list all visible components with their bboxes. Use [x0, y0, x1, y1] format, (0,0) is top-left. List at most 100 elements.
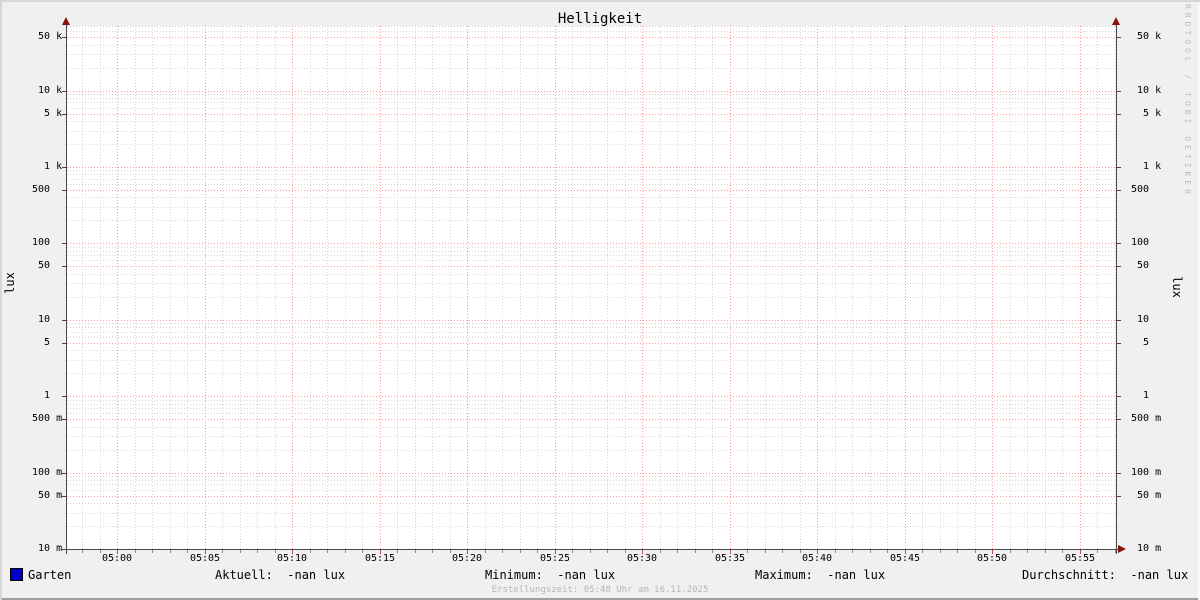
gridline-minor-v	[712, 26, 713, 549]
x-axis-minor-tick	[590, 550, 591, 553]
x-axis-minor-tick	[345, 550, 346, 553]
gridline-major-h	[67, 473, 1117, 474]
gridline-minor-h	[67, 283, 1117, 284]
x-axis-minor-tick	[362, 550, 363, 553]
y-tick-label-right: 5	[1131, 337, 1162, 348]
y-axis-arrow-left-icon	[62, 17, 70, 25]
y-tick-label-right: 1 k	[1131, 161, 1162, 172]
gridline-minor-v	[572, 26, 573, 549]
y-axis-line-right	[1116, 20, 1117, 554]
gridline-minor-v	[310, 26, 311, 549]
y-axis-arrow-right-icon	[1112, 17, 1120, 25]
y-tick-label-right: 500	[1131, 184, 1162, 195]
gridline-minor-v	[975, 26, 976, 549]
gridline-minor-h	[67, 255, 1117, 256]
gridline-minor-v	[747, 26, 748, 549]
y-axis-tick-right	[1117, 243, 1121, 244]
gridline-minor-h	[67, 323, 1117, 324]
gridline-major-v	[905, 26, 906, 549]
y-axis-line-left	[66, 20, 67, 554]
gridline-major-v	[1080, 26, 1081, 549]
x-tick-label: 05:00	[101, 553, 133, 564]
y-axis-tick-right	[1117, 496, 1121, 497]
y-tick-label-left: 10 m	[32, 543, 63, 554]
gridline-minor-v	[222, 26, 223, 549]
gridline-minor-v	[537, 26, 538, 549]
gridline-major-h	[67, 37, 1117, 38]
gridline-minor-v	[957, 26, 958, 549]
x-axis-minor-tick	[922, 550, 923, 553]
creation-timestamp: Erstellungszeit: 05:48 Uhr am 16.11.2025	[491, 585, 709, 595]
gridline-minor-v	[625, 26, 626, 549]
gridline-minor-v	[1027, 26, 1028, 549]
x-axis-minor-tick	[572, 550, 573, 553]
gridline-major-v	[292, 26, 293, 549]
x-axis-minor-tick	[835, 550, 836, 553]
gridline-minor-v	[870, 26, 871, 549]
gridline-minor-h	[67, 436, 1117, 437]
gridline-minor-v	[135, 26, 136, 549]
gridline-minor-v	[520, 26, 521, 549]
gridline-minor-h	[67, 408, 1117, 409]
gridline-major-v	[730, 26, 731, 549]
gridline-minor-h	[67, 179, 1117, 180]
y-axis-tick-right	[1117, 114, 1121, 115]
gridline-minor-v	[170, 26, 171, 549]
stat-maximum: Maximum: -nan lux	[755, 568, 886, 582]
y-tick-label-left: 5	[32, 337, 63, 348]
y-axis-title-right-text: lux	[1170, 276, 1184, 298]
gridline-minor-v	[100, 26, 101, 549]
y-axis-tick-right	[1117, 396, 1121, 397]
x-axis-minor-tick	[397, 550, 398, 553]
x-tick-label: 05:20	[451, 553, 483, 564]
x-axis-minor-tick	[940, 550, 941, 553]
x-axis-minor-tick	[327, 550, 328, 553]
y-tick-label-right: 100 m	[1131, 467, 1162, 478]
gridline-minor-v	[782, 26, 783, 549]
gridline-minor-v	[432, 26, 433, 549]
gridline-minor-h	[67, 400, 1117, 401]
x-tick-label: 05:15	[364, 553, 396, 564]
gridline-major-v	[467, 26, 468, 549]
x-axis-minor-tick	[712, 550, 713, 553]
x-axis-minor-tick	[152, 550, 153, 553]
x-axis-minor-tick	[257, 550, 258, 553]
gridline-major-h	[67, 114, 1117, 115]
x-axis-minor-tick	[1027, 550, 1028, 553]
y-tick-label-left: 10	[32, 314, 63, 325]
y-tick-label-left: 50	[32, 260, 63, 271]
gridline-minor-v	[835, 26, 836, 549]
gridline-minor-v	[590, 26, 591, 549]
gridline-minor-v	[765, 26, 766, 549]
gridline-minor-h	[67, 170, 1117, 171]
x-axis-minor-tick	[1045, 550, 1046, 553]
gridline-minor-v	[362, 26, 363, 549]
gridline-minor-h	[67, 373, 1117, 374]
gridline-minor-h	[67, 251, 1117, 252]
gridline-minor-v	[397, 26, 398, 549]
y-axis-title-right: lux	[1166, 273, 1188, 301]
x-tick-label: 05:45	[889, 553, 921, 564]
y-tick-label-right: 1	[1131, 390, 1162, 401]
gridline-major-v	[817, 26, 818, 549]
x-axis-minor-tick	[502, 550, 503, 553]
x-tick-label: 05:30	[626, 553, 658, 564]
gridline-major-v	[205, 26, 206, 549]
x-axis-minor-tick	[660, 550, 661, 553]
gridline-minor-h	[67, 513, 1117, 514]
gridline-minor-h	[67, 247, 1117, 248]
y-tick-label-right: 50	[1131, 260, 1162, 271]
gridline-minor-h	[67, 121, 1117, 122]
gridline-minor-h	[67, 274, 1117, 275]
gridline-minor-h	[67, 484, 1117, 485]
gridline-major-h	[67, 266, 1117, 267]
gridline-minor-h	[67, 332, 1117, 333]
gridline-minor-h	[67, 207, 1117, 208]
y-axis-tick-right	[1117, 343, 1121, 344]
chart-title: Helligkeit	[557, 11, 643, 27]
y-axis-tick-right	[1117, 167, 1121, 168]
plot-canvas	[67, 26, 1117, 549]
x-axis-minor-tick	[677, 550, 678, 553]
legend-swatch-garten	[10, 568, 23, 581]
x-axis-minor-tick	[1010, 550, 1011, 553]
